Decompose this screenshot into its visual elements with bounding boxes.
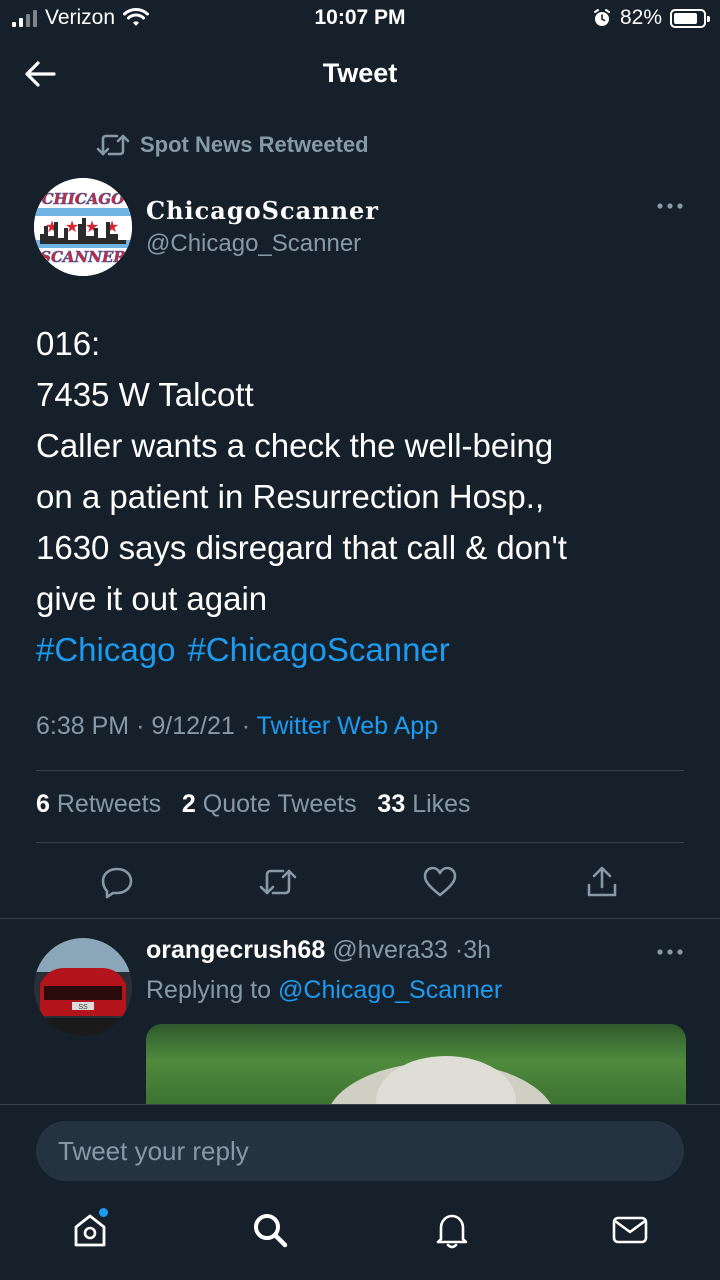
author-handle[interactable]: @Chicago_Scanner <box>146 230 361 258</box>
retweet-button[interactable] <box>254 858 302 906</box>
tab-home[interactable] <box>66 1206 114 1254</box>
likes-label: Likes <box>412 790 471 818</box>
tab-notifications[interactable] <box>428 1206 476 1254</box>
more-horizontal-icon <box>657 949 683 955</box>
likes-count: 33 <box>377 790 406 818</box>
status-right: 82% <box>592 6 710 30</box>
tweet-time: 6:38 PM <box>36 712 130 740</box>
home-notification-dot <box>99 1208 108 1217</box>
tweet-line: give it out again <box>36 580 268 617</box>
replying-to: Replying to @Chicago_Scanner <box>146 976 502 1005</box>
quotes-count: 2 <box>181 790 196 818</box>
battery-percent: 82% <box>619 6 662 29</box>
page-title: Tweet <box>322 58 398 88</box>
tweet-source-link[interactable]: Twitter Web App <box>257 712 439 740</box>
tweet-line: 7435 W Talcott <box>36 376 254 413</box>
logo-text-bottom: SCANNER <box>40 248 126 266</box>
share-icon <box>587 866 617 897</box>
tweet-text: 016: 7435 W Talcott Caller wants a check… <box>36 318 696 675</box>
retweet-icon <box>259 869 297 895</box>
divider <box>36 842 684 843</box>
logo-text-top: CHICAGO <box>42 190 125 208</box>
section-separator <box>0 918 720 919</box>
replying-prefix: Replying to <box>146 976 272 1004</box>
chicago-scanner-logo: CHICAGO ★ ★ ★ ★ SCANNER <box>34 178 132 276</box>
bottom-tab-bar <box>0 1198 720 1262</box>
tweet-date: 9/12/21 <box>151 712 235 740</box>
reply-input[interactable] <box>36 1121 684 1181</box>
car-avatar-image: SS <box>34 938 132 1036</box>
replying-mention-link[interactable]: @Chicago_Scanner <box>278 976 502 1004</box>
tweet-line: 016: <box>36 325 101 362</box>
bell-icon <box>436 1214 468 1249</box>
share-button[interactable] <box>578 858 626 906</box>
battery-fill <box>674 12 697 24</box>
like-button[interactable] <box>416 858 464 906</box>
hashtag-link[interactable]: #ChicagoScanner <box>187 631 449 668</box>
tweet-detail-screen: Verizon 10:07 PM 82% Tweet Spot News Ret… <box>0 0 720 1280</box>
reply-header: orangecrush68 @hvera33 ·3h <box>146 936 492 964</box>
reply-media-image[interactable] <box>146 1024 686 1106</box>
tweet-more-button[interactable] <box>650 194 690 218</box>
author-display-name[interactable]: ChicagoScanner <box>146 196 379 225</box>
retweet-icon <box>96 134 130 156</box>
plate-text: SS <box>78 1004 88 1011</box>
divider <box>36 770 684 771</box>
hashtag-line: #Chicago #ChicagoScanner <box>36 624 696 675</box>
retweets-count: 6 <box>36 790 50 818</box>
reply-handle[interactable]: @hvera33 <box>332 936 448 964</box>
tab-messages[interactable] <box>606 1206 654 1254</box>
mail-icon <box>612 1216 648 1244</box>
alarm-icon <box>593 9 610 26</box>
tweet-stats: 6 Retweets 2 Quote Tweets 33 Likes <box>36 790 471 819</box>
reply-icon <box>101 867 133 899</box>
tweet-actions <box>0 858 720 906</box>
reply-age: 3h <box>463 936 492 964</box>
hashtag-link[interactable]: #Chicago <box>36 631 175 668</box>
search-icon <box>254 1214 288 1248</box>
top-header: Tweet <box>0 44 720 104</box>
retweet-context[interactable]: Spot News Retweeted <box>96 132 369 158</box>
battery-icon <box>670 8 710 28</box>
author-avatar[interactable]: CHICAGO ★ ★ ★ ★ SCANNER <box>34 178 132 276</box>
tweet-line: 1630 says disregard that call & don't <box>36 529 567 566</box>
more-horizontal-icon <box>657 203 683 209</box>
tweet-line: Caller wants a check the well-being <box>36 427 554 464</box>
tweet-meta: 6:38 PM · 9/12/21 · Twitter Web App <box>36 712 439 740</box>
status-bar: Verizon 10:07 PM 82% <box>0 0 720 40</box>
reply-button[interactable] <box>93 858 141 906</box>
retweet-context-label: Spot News Retweeted <box>140 132 369 157</box>
heart-icon <box>423 866 457 897</box>
reply-more-button[interactable] <box>650 940 690 964</box>
tweet-line: on a patient in Resurrection Hosp., <box>36 478 545 515</box>
quotes-label: Quote Tweets <box>202 790 357 818</box>
retweets-label: Retweets <box>56 790 162 818</box>
likes-stat[interactable]: 33 Likes <box>377 790 470 818</box>
quote-tweets-stat[interactable]: 2 Quote Tweets <box>182 790 357 818</box>
tab-search[interactable] <box>246 1206 294 1254</box>
reply-avatar[interactable]: SS <box>34 938 132 1036</box>
retweets-stat[interactable]: 6 Retweets <box>36 790 161 818</box>
reply-display-name[interactable]: orangecrush68 <box>146 936 325 964</box>
